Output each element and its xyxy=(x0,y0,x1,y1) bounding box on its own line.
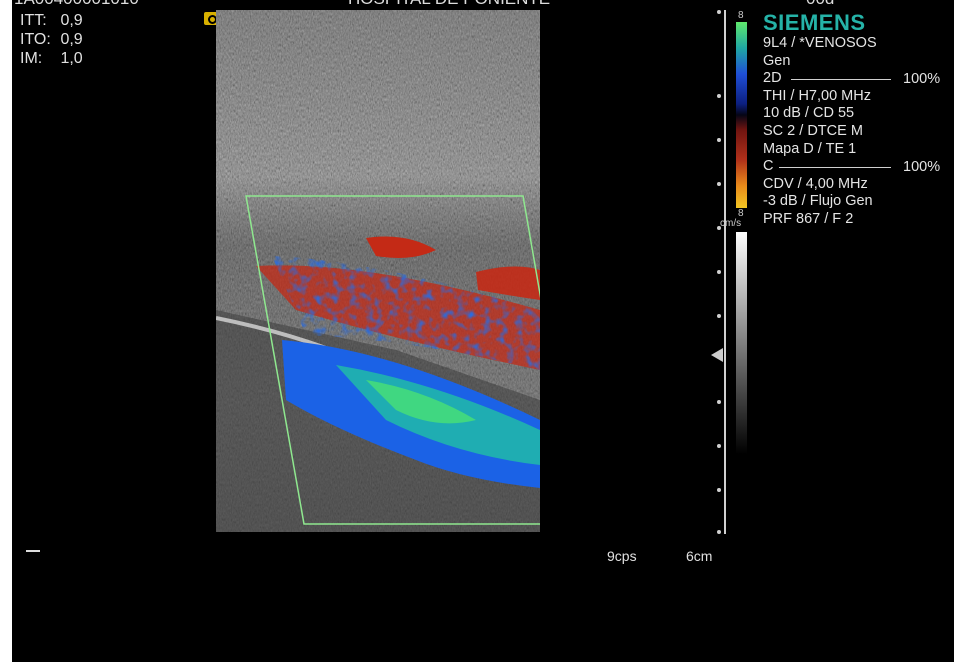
im-row: IM: 1,0 xyxy=(20,49,83,68)
ito-row: ITO: 0,9 xyxy=(20,30,83,49)
gain-c-line xyxy=(779,167,891,169)
itt-label: ITT: xyxy=(20,12,47,29)
institution-name: HOSPITAL DE PONIENTE xyxy=(348,0,550,8)
gain-2d-row: 2D 100% xyxy=(763,70,940,88)
depth-tick xyxy=(717,270,721,274)
ito-value: 0,9 xyxy=(60,31,83,48)
prf-line: PRF 867 / F 2 xyxy=(763,210,854,227)
gain-c-row: C 100% xyxy=(763,158,940,176)
depth-tick xyxy=(717,400,721,404)
map-line: Mapa D / TE 1 xyxy=(763,140,857,157)
focus-arrow-icon[interactable] xyxy=(711,348,723,362)
preset-line: Gen xyxy=(763,52,791,69)
left-border xyxy=(0,0,12,662)
safety-indices: ITT: 0,9 ITO: 0,9 IM: 1,0 xyxy=(20,11,83,68)
im-value: 1,0 xyxy=(60,50,83,67)
depth-readout: 6cm xyxy=(686,548,713,564)
date-fragment: 00d xyxy=(806,0,834,8)
flow-line: -3 dB / Flujo Gen xyxy=(763,193,873,210)
depth-tick xyxy=(717,138,721,142)
depth-scale xyxy=(711,10,730,534)
depth-tick xyxy=(717,10,721,14)
depth-tick xyxy=(717,182,721,186)
depth-tick xyxy=(717,226,721,230)
itt-row: ITT: 0,9 xyxy=(20,11,83,30)
gain-c-value: 100% xyxy=(903,159,941,176)
mode-c-label: C xyxy=(763,158,774,175)
depth-axis-line xyxy=(724,10,726,534)
ultrasound-image xyxy=(216,10,540,532)
depth-tick xyxy=(717,314,721,318)
ito-label: ITO: xyxy=(20,31,51,48)
depth-tick xyxy=(717,94,721,98)
mode-2d-label: 2D xyxy=(763,70,782,87)
depth-tick xyxy=(717,444,721,448)
patient-id: 1À00400001010 xyxy=(14,0,139,8)
brand-logo: SIEMENS xyxy=(763,10,866,35)
itt-value: 0,9 xyxy=(60,12,83,29)
frame-rate: 9cps xyxy=(607,548,637,564)
sc-line: SC 2 / DTCE M xyxy=(763,122,863,139)
gain-2d-line xyxy=(791,79,891,81)
header-bar: 1À00400001010 HOSPITAL DE PONIENTE 00d xyxy=(12,0,954,8)
thi-line: THI / H7,00 MHz xyxy=(763,87,871,104)
cdv-line: CDV / 4,00 MHz xyxy=(763,175,868,192)
depth-tick xyxy=(717,488,721,492)
im-label: IM: xyxy=(20,50,43,67)
velocity-color-bar xyxy=(736,22,747,208)
acquisition-params: 9L4 / *VENOSOS Gen 2D 100% THI / H7,00 M… xyxy=(763,35,940,229)
grayscale-bar xyxy=(736,232,747,454)
depth-tick xyxy=(717,530,721,534)
probe-line: 9L4 / *VENOSOS xyxy=(763,35,877,51)
scale-dash xyxy=(26,550,40,552)
colorbar-top-value: 8 xyxy=(738,10,744,21)
gain-2d-value: 100% xyxy=(903,71,941,88)
dyn-range-line: 10 dB / CD 55 xyxy=(763,105,855,122)
